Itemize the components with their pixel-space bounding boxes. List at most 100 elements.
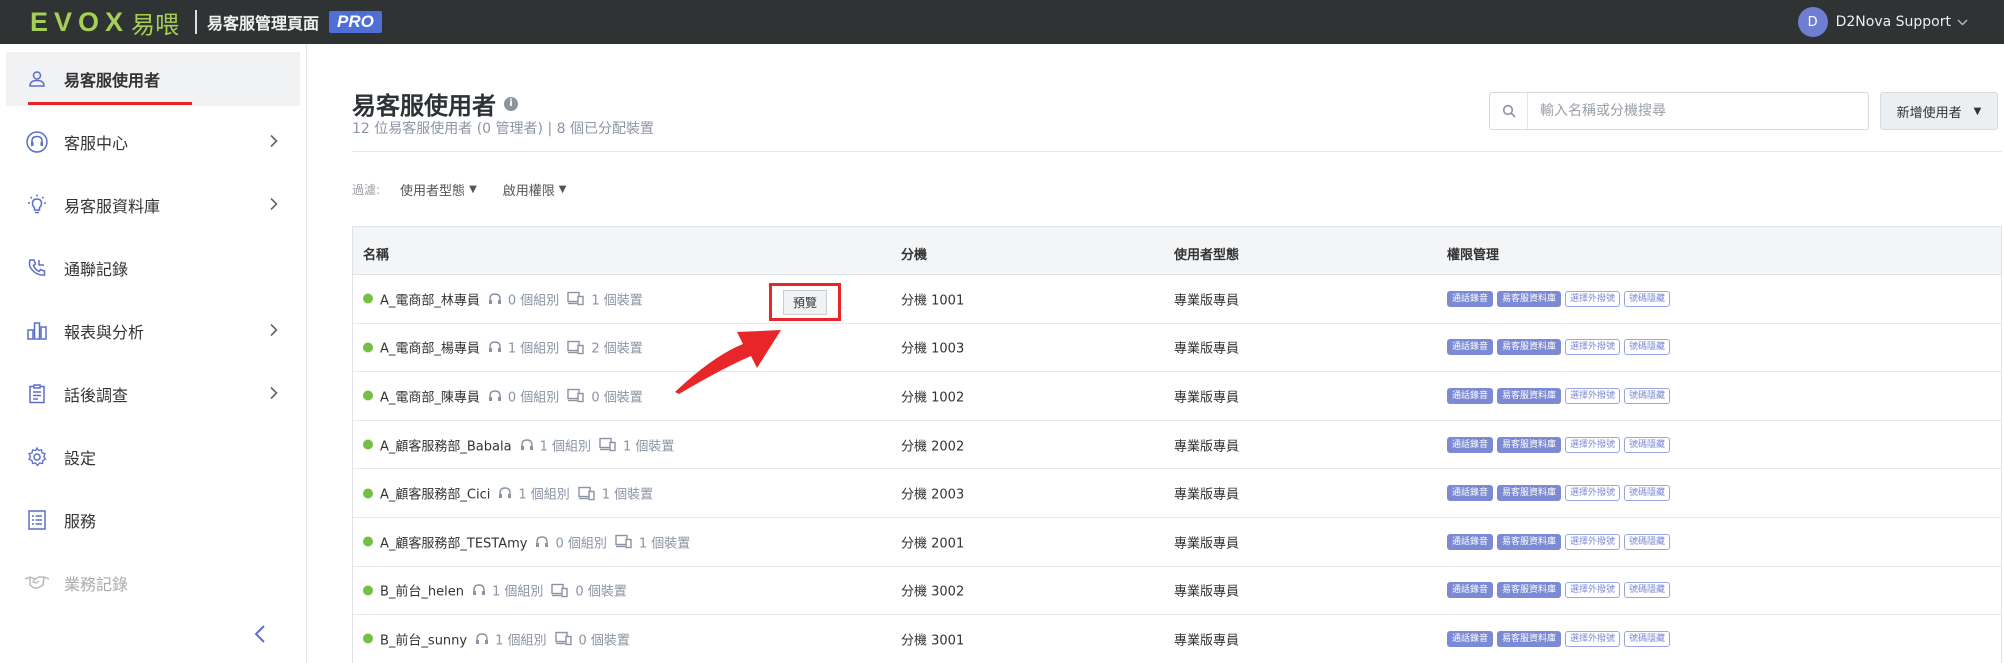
evox-logo[interactable]: EVOX 易喂 [30,0,179,44]
permission-tag[interactable]: 通話錄音 [1447,436,1494,453]
permission-tag[interactable]: 選擇外撥號 [1565,485,1621,502]
user-name[interactable]: A_電商部_陳專員 [380,386,480,405]
user-name[interactable]: A_顧客服務部_Cici [380,484,490,503]
permission-tag[interactable]: 號碼隱藏 [1624,387,1671,404]
preview-button[interactable]: 預覽 [782,289,827,315]
device-count-text: 2 個裝置 [591,341,643,357]
user-name[interactable]: A_電商部_楊專員 [380,338,480,357]
table-row[interactable]: A_電商部_楊專員 1 個組別 2 個裝置 分機 1003 專業版專員 通話錄音 易客服資料… [353,324,2001,373]
permission-tag[interactable]: 通話錄音 [1447,339,1494,356]
sidebar-item-call-log[interactable]: 通聯記錄 [6,240,300,296]
permission-tag[interactable]: 通話錄音 [1447,387,1494,404]
permission-tag[interactable]: 號碼隱藏 [1624,485,1671,502]
permission-tag[interactable]: 選擇外撥號 [1565,436,1621,453]
permission-tag[interactable]: 號碼隱藏 [1624,582,1671,599]
user-name[interactable]: A_顧客服務部_TESTAmy [380,532,527,551]
sidebar-item-services[interactable]: 服務 [6,492,300,548]
page-title: 易客服使用者 i [352,86,518,121]
user-name[interactable]: A_電商部_林專員 [380,289,480,308]
device-count: 1 個裝置 [591,435,674,454]
user-type-cell: 專業版專員 [1174,487,1240,503]
permission-tag[interactable]: 易客服資料庫 [1497,339,1562,356]
table-row[interactable]: A_電商部_林專員 0 個組別 1 個裝置 預覽 分機 1001 專業版專員 通話錄音 易客服… [353,275,2001,324]
permission-tag[interactable]: 號碼隱藏 [1624,533,1671,550]
filter-permission[interactable]: 啟用權限 ▼ [503,180,567,199]
group-count-text: 1 個組別 [495,633,547,649]
permission-tags: 通話錄音 易客服資料庫 選擇外撥號 號碼隱藏 [1447,630,1674,647]
caret-down-icon: ▼ [558,184,567,195]
permission-tag[interactable]: 通話錄音 [1447,630,1494,647]
user-menu[interactable]: D D2Nova Support [1797,0,1968,44]
headset-icon [499,487,512,499]
column-name[interactable]: 名稱 [363,244,389,263]
search-input[interactable] [1528,103,1858,119]
permission-tag[interactable]: 號碼隱藏 [1624,630,1671,647]
headset-icon [473,584,486,596]
group-count: 0 個組別 [480,289,559,308]
permission-tag[interactable]: 選擇外撥號 [1565,387,1621,404]
user-name[interactable]: A_顧客服務部_Babala [380,435,512,454]
collapse-sidebar-icon[interactable] [254,624,266,648]
table-row[interactable]: B_前台_sunny 1 個組別 0 個裝置 分機 3001 專業版專員 通話錄音 易客服資… [353,615,2001,663]
sidebar-item-users[interactable]: 易客服使用者 [6,52,300,106]
permission-tag[interactable]: 通話錄音 [1447,290,1494,307]
permission-tags: 通話錄音 易客服資料庫 選擇外撥號 號碼隱藏 [1447,582,1674,599]
sidebar-item-knowledge-base[interactable]: 易客服資料庫 [6,177,300,233]
permission-tag[interactable]: 通話錄音 [1447,582,1494,599]
permission-tag[interactable]: 易客服資料庫 [1497,533,1562,550]
table-row[interactable]: A_顧客服務部_Babala 1 個組別 1 個裝置 分機 2002 專業版專員 通話錄音… [353,421,2001,470]
filter-label: 過濾: [352,183,381,197]
group-count: 1 個組別 [480,338,559,357]
permission-tag[interactable]: 易客服資料庫 [1497,290,1562,307]
permission-tag[interactable]: 通話錄音 [1447,533,1494,550]
sidebar-item-label: 業務記錄 [64,575,129,594]
table-row[interactable]: B_前台_helen 1 個組別 0 個裝置 分機 3002 專業版專員 通話錄音 易客服資… [353,567,2001,616]
permission-tag[interactable]: 選擇外撥號 [1565,533,1621,550]
user-name[interactable]: B_前台_helen [380,581,464,600]
permission-tag[interactable]: 易客服資料庫 [1497,582,1562,599]
permission-tag[interactable]: 選擇外撥號 [1565,290,1621,307]
sidebar-item-label: 服務 [64,512,97,531]
sidebar-item-settings[interactable]: 設定 [6,429,300,485]
table-row[interactable]: A_顧客服務部_Cici 1 個組別 1 個裝置 分機 2003 專業版專員 通話錄音 易客… [353,469,2001,518]
column-permissions[interactable]: 權限管理 [1447,244,1499,263]
permission-tag[interactable]: 選擇外撥號 [1565,339,1621,356]
group-count: 0 個組別 [527,532,607,551]
permission-tag[interactable]: 易客服資料庫 [1497,436,1562,453]
main-content: 易客服使用者 i 12 位易客服使用者 (0 管理者) | 8 個已分配裝置 新… [308,44,2004,663]
device-icon [599,437,616,452]
sidebar-item-label: 易客服資料庫 [64,197,161,216]
permission-tag[interactable]: 通話錄音 [1447,485,1494,502]
sidebar-item-service-center[interactable]: 客服中心 [6,114,300,170]
handshake-icon [24,570,50,596]
device-icon [578,486,595,500]
search-icon [1490,93,1528,129]
device-icon [551,583,569,598]
add-user-button[interactable]: 新增使用者 ▼ [1880,92,1998,130]
top-bar: EVOX 易喂 易客服管理頁面 PRO D D2Nova Support [0,0,2004,44]
pro-badge: PRO [329,11,382,33]
device-count: 1 個裝置 [559,289,643,308]
filter-user-type[interactable]: 使用者型態 ▼ [400,180,477,199]
column-extension[interactable]: 分機 [901,244,927,263]
sidebar-item-label: 客服中心 [64,134,129,153]
info-icon[interactable]: i [504,96,518,111]
sidebar-item-business-log[interactable]: 業務記錄 [6,555,300,611]
permission-tag[interactable]: 號碼隱藏 [1624,339,1671,356]
sidebar-item-reports[interactable]: 報表與分析 [6,303,300,359]
user-name-cell: A_顧客服務部_TESTAmy 0 個組別 1 個裝置 [363,532,690,551]
user-name[interactable]: B_前台_sunny [380,629,467,648]
user-name-cell: B_前台_helen 1 個組別 0 個裝置 [363,581,627,600]
permission-tag[interactable]: 易客服資料庫 [1497,387,1562,404]
permission-tag[interactable]: 號碼隱藏 [1624,436,1671,453]
column-user-type[interactable]: 使用者型態 [1174,244,1239,263]
permission-tag[interactable]: 號碼隱藏 [1624,290,1671,307]
permission-tag[interactable]: 易客服資料庫 [1497,630,1562,647]
sidebar-item-survey[interactable]: 話後調查 [6,366,300,422]
table-row[interactable]: A_顧客服務部_TESTAmy 0 個組別 1 個裝置 分機 2001 專業版專員 通話錄… [353,518,2001,567]
table-row[interactable]: A_電商部_陳專員 0 個組別 0 個裝置 分機 1002 專業版專員 通話錄音 易客服資料… [353,372,2001,421]
permission-tag[interactable]: 易客服資料庫 [1497,485,1562,502]
permission-tag[interactable]: 選擇外撥號 [1565,582,1621,599]
extension-cell: 分機 2003 [901,487,965,503]
permission-tag[interactable]: 選擇外撥號 [1565,630,1621,647]
